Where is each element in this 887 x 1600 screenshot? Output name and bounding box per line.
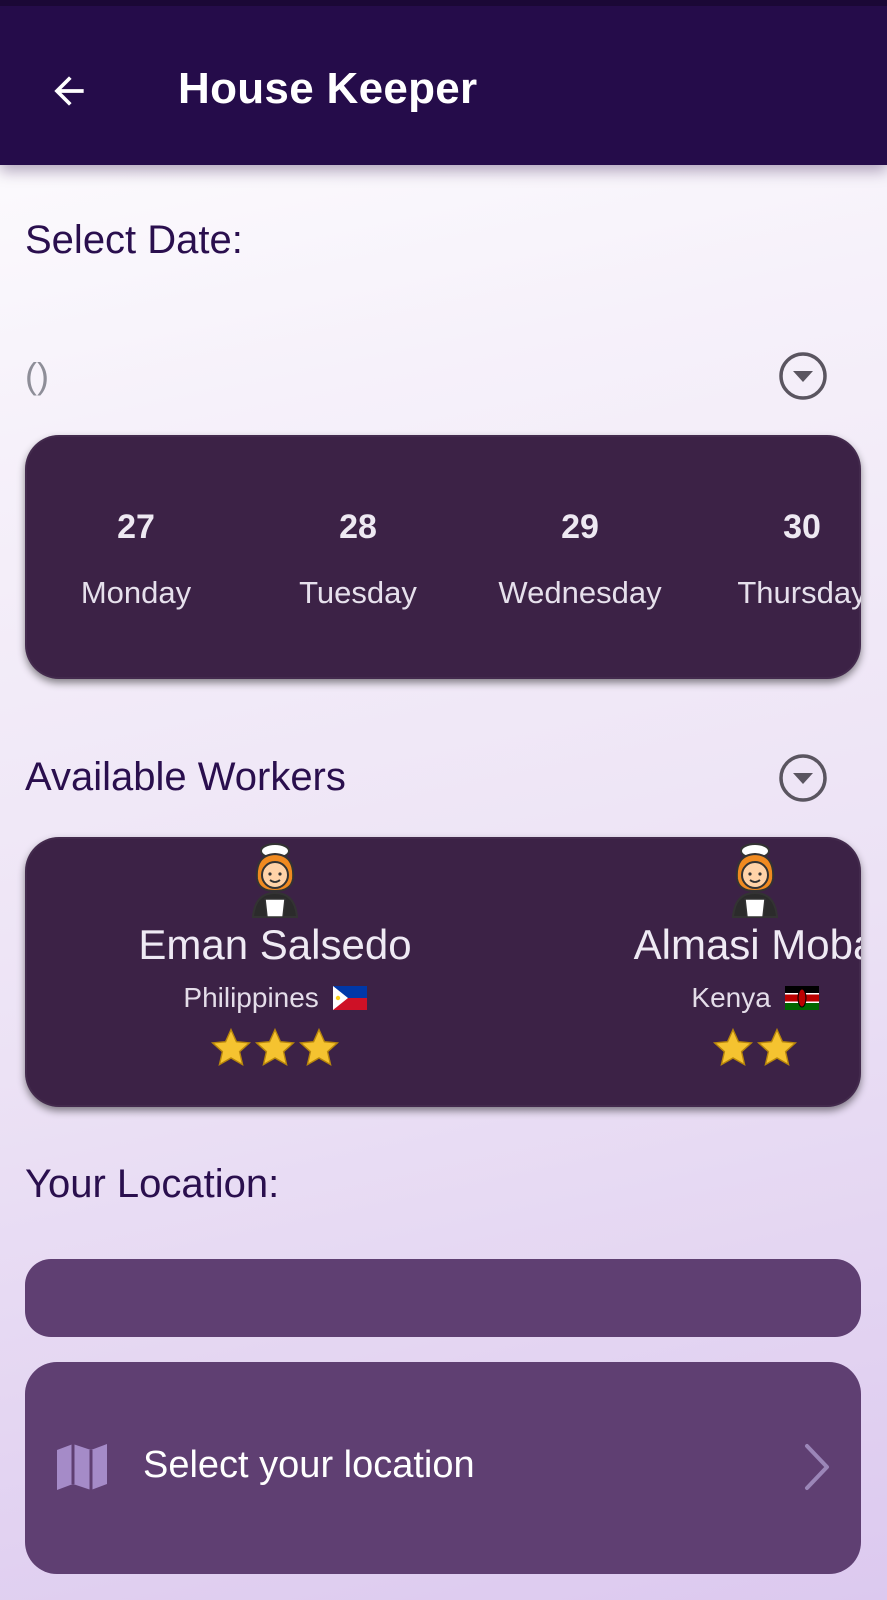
date-weekday: Wednesday	[498, 575, 662, 610]
selected-date-value: ()	[25, 355, 49, 396]
worker-card[interactable]: Eman Salsedo Philippines	[25, 837, 525, 1107]
worker-card[interactable]: Almasi Moba Kenya	[525, 837, 861, 1107]
kenya-flag-icon	[784, 985, 819, 1010]
maid-icon	[251, 843, 299, 918]
date-number: 27	[117, 508, 155, 546]
worker-name: Eman Salsedo	[138, 921, 412, 968]
date-weekday: Thursday	[737, 575, 861, 610]
worker-country-label: Kenya	[691, 982, 771, 1013]
date-number: 29	[561, 508, 599, 546]
worker-country: Kenya	[525, 982, 861, 1014]
star-icon	[298, 1027, 340, 1067]
workers-carousel[interactable]: Eman Salsedo Philippines Almasi Moba Ken…	[25, 837, 861, 1107]
select-date-label: Select Date:	[25, 218, 243, 262]
back-button[interactable]	[40, 62, 98, 120]
date-weekday: Tuesday	[299, 575, 417, 610]
worker-rating	[525, 1027, 861, 1071]
star-icon	[756, 1027, 798, 1067]
worker-country: Philippines	[25, 982, 525, 1014]
worker-rating	[25, 1027, 525, 1071]
workers-dropdown-button[interactable]	[777, 752, 829, 804]
app-bar: House Keeper	[0, 0, 887, 165]
dropdown-circle-icon	[779, 352, 827, 400]
philippines-flag-icon	[332, 985, 367, 1010]
date-number: 30	[783, 508, 821, 546]
arrow-back-icon	[54, 76, 84, 106]
dropdown-circle-icon	[779, 754, 827, 802]
date-number: 28	[339, 508, 377, 546]
select-location-label: Select your location	[143, 1444, 475, 1486]
date-item[interactable]: 28 Tuesday	[247, 435, 469, 679]
date-picker-strip[interactable]: 27 Monday 28 Tuesday 29 Wednesday 30 Thu…	[25, 435, 861, 679]
maid-icon	[731, 843, 779, 918]
star-icon	[712, 1027, 754, 1067]
location-input[interactable]	[25, 1259, 861, 1337]
star-icon	[210, 1027, 252, 1067]
map-icon	[57, 1444, 107, 1490]
star-icon	[254, 1027, 296, 1067]
chevron-right-icon	[805, 1444, 829, 1490]
date-item[interactable]: 29 Wednesday	[469, 435, 691, 679]
available-workers-label: Available Workers	[25, 755, 346, 799]
date-item[interactable]: 27 Monday	[25, 435, 247, 679]
page-title: House Keeper	[178, 64, 478, 113]
worker-name: Almasi Moba	[633, 921, 861, 968]
date-item[interactable]: 30 Thursday	[691, 435, 861, 679]
select-location-button[interactable]: Select your location	[25, 1362, 861, 1574]
your-location-label: Your Location:	[25, 1162, 280, 1206]
date-weekday: Monday	[80, 575, 192, 610]
date-dropdown-button[interactable]	[777, 350, 829, 402]
worker-country-label: Philippines	[183, 982, 319, 1013]
